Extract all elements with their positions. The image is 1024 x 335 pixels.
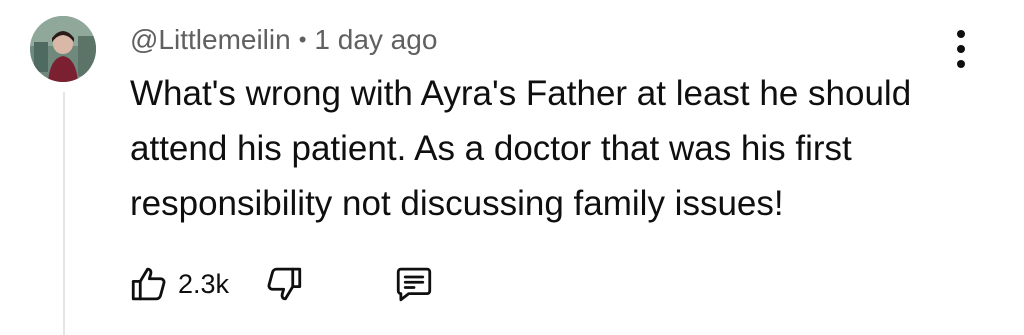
username[interactable]: @Littlemeilin bbox=[130, 24, 291, 56]
avatar-image bbox=[30, 16, 96, 82]
avatar[interactable] bbox=[30, 16, 96, 82]
comment-text-line: responsibility not discussing family iss… bbox=[130, 184, 784, 223]
comment-card: @Littlemeilin • 1 day ago What's wrong w… bbox=[0, 0, 1024, 335]
meta-separator: • bbox=[298, 27, 307, 52]
like-count: 2.3k bbox=[178, 268, 230, 299]
reply-comment-icon bbox=[396, 267, 432, 302]
thread-line bbox=[63, 92, 65, 335]
thumbs-up-icon bbox=[131, 267, 166, 301]
like-button[interactable]: 2.3k bbox=[128, 263, 229, 305]
more-vertical-icon[interactable] bbox=[946, 30, 976, 68]
thumbs-down-icon bbox=[267, 267, 302, 301]
more-dot bbox=[957, 45, 965, 53]
comment-text: What's wrong with Ayra's Father at least… bbox=[130, 66, 950, 231]
comment-text-line: What's wrong with Ayra's Father at least… bbox=[130, 74, 912, 113]
timestamp[interactable]: 1 day ago bbox=[314, 24, 437, 56]
dislike-button[interactable] bbox=[263, 263, 305, 305]
comment-actions: 2.3k bbox=[128, 262, 435, 306]
more-dot bbox=[957, 60, 965, 68]
comment-text-line: attend his patient. As a doctor that was… bbox=[130, 129, 852, 168]
reply-button[interactable] bbox=[393, 263, 435, 305]
more-dot bbox=[957, 30, 965, 38]
comment-meta: @Littlemeilin • 1 day ago bbox=[130, 20, 437, 60]
